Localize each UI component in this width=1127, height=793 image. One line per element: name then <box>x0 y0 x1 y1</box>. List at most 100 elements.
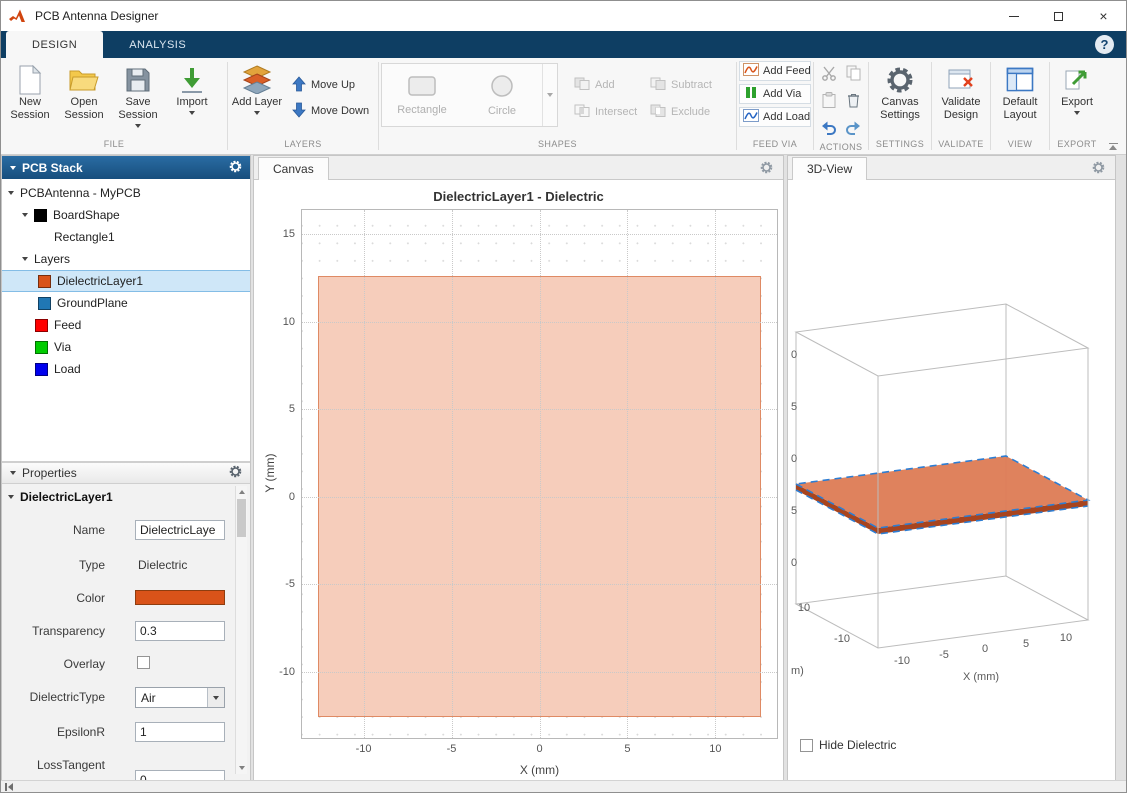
tree-item-layers[interactable]: Layers <box>2 248 250 270</box>
paste-button[interactable] <box>817 90 840 115</box>
plot-axes[interactable]: -10 -5 0 5 10 15 10 5 0 -5 -10 <box>279 209 778 755</box>
add-via-button[interactable]: Add Via <box>739 84 811 104</box>
copy-button[interactable] <box>842 63 865 88</box>
cut-button[interactable] <box>817 63 840 88</box>
scroll-up-icon[interactable] <box>238 490 245 494</box>
pcb-stack-panel: PCB Stack PCBAntenna - MyPCB BoardShape <box>1 155 251 782</box>
tree-item-pcbantenna[interactable]: PCBAntenna - MyPCB <box>2 182 250 204</box>
collapse-panel-button[interactable] <box>5 782 13 791</box>
transparency-input[interactable] <box>135 621 225 641</box>
tab-3d-view[interactable]: 3D-View <box>792 157 868 180</box>
undo-button[interactable] <box>817 117 840 142</box>
minimize-button[interactable] <box>991 1 1036 31</box>
svg-text:0: 0 <box>791 453 797 465</box>
color-swatch-button[interactable] <box>135 590 225 605</box>
overlay-checkbox[interactable] <box>137 656 150 669</box>
tree-item-groundplane[interactable]: GroundPlane <box>2 292 250 314</box>
trash-icon <box>847 92 860 113</box>
tree-item-boardshape[interactable]: BoardShape <box>2 204 250 226</box>
tree-item-dielectriclayer1[interactable]: DielectricLayer1 <box>2 270 250 292</box>
redo-arrow-icon <box>845 120 862 140</box>
gridline-horizontal <box>302 671 777 673</box>
gridline-horizontal <box>302 234 777 236</box>
svg-text:0: 0 <box>791 349 797 361</box>
move-up-button[interactable]: Move Up <box>288 74 373 96</box>
scrollbar-thumb[interactable] <box>237 499 246 537</box>
validate-design-button[interactable]: Validate Design <box>934 59 988 138</box>
new-document-icon <box>18 63 42 96</box>
panel-gear-icon[interactable] <box>229 160 242 176</box>
tree-item-rectangle1[interactable]: Rectangle1 <box>2 226 250 248</box>
boolean-exclude-button[interactable]: Exclude <box>646 101 726 123</box>
tab-canvas[interactable]: Canvas <box>258 157 329 180</box>
tab-options-gear-icon[interactable] <box>1092 161 1105 179</box>
add-load-button[interactable]: Add Load <box>739 107 811 127</box>
import-button[interactable]: Import <box>165 59 219 138</box>
pcb-stack-header[interactable]: PCB Stack <box>2 156 250 179</box>
collapse-ribbon-button[interactable] <box>1106 143 1120 150</box>
y-tick-label: -5 <box>285 578 295 591</box>
layer-stack-icon <box>242 63 272 96</box>
hide-dielectric-checkbox[interactable] <box>800 738 813 752</box>
layer-color-swatch <box>38 274 51 288</box>
boolean-intersect-button[interactable]: Intersect <box>570 101 644 123</box>
window-title: PCB Antenna Designer <box>35 9 159 23</box>
tab-analysis[interactable]: ANALYSIS <box>103 31 212 58</box>
property-row-dielectrictype: DielectricType Air <box>2 686 250 712</box>
properties-section-title[interactable]: DielectricLayer1 <box>2 485 250 508</box>
help-button[interactable]: ? <box>1095 35 1114 54</box>
canvas-plot[interactable]: DielectricLayer1 - Dielectric -10 -5 0 5 10 1… <box>254 180 783 781</box>
tree-item-feed[interactable]: Feed <box>2 314 250 336</box>
layer-color-swatch <box>35 362 48 376</box>
clipboard-icon <box>822 92 836 113</box>
caret-down-icon <box>22 213 28 217</box>
save-icon <box>125 63 151 96</box>
caret-down-icon <box>10 471 16 475</box>
properties-scrollbar[interactable] <box>235 486 247 774</box>
tree-item-load[interactable]: Load <box>2 358 250 380</box>
svg-text:-5: -5 <box>939 649 949 661</box>
dropdown-caret-icon <box>254 111 260 115</box>
intersect-shapes-icon <box>574 104 590 120</box>
plot-3d[interactable]: -10 -5 0 5 10 X (mm) 0 5 0 5 0 10 -10 m) <box>788 180 1115 781</box>
name-input[interactable] <box>135 520 225 540</box>
epsilonr-input[interactable] <box>135 722 225 742</box>
caret-down-icon <box>10 165 16 170</box>
properties-header[interactable]: Properties <box>2 462 250 484</box>
new-session-button[interactable]: New Session <box>3 59 57 138</box>
add-feed-button[interactable]: Add Feed <box>739 61 811 81</box>
delete-button[interactable] <box>842 90 865 115</box>
property-row-epsilonr: EpsilonR <box>2 721 250 747</box>
default-layout-button[interactable]: Default Layout <box>993 59 1047 138</box>
canvas-settings-button[interactable]: Canvas Settings <box>871 59 929 138</box>
gallery-dropdown-button[interactable] <box>542 64 557 126</box>
tab-options-gear-icon[interactable] <box>760 161 773 179</box>
circle-icon <box>490 74 514 101</box>
rectangle-icon <box>407 75 437 100</box>
boolean-add-button[interactable]: Add <box>570 74 644 96</box>
circle-shape-button[interactable]: Circle <box>462 64 542 126</box>
add-layer-button[interactable]: Add Layer <box>230 59 284 138</box>
property-row-overlay: Overlay <box>2 653 250 679</box>
redo-button[interactable] <box>842 117 865 142</box>
maximize-button[interactable] <box>1036 1 1081 31</box>
close-button[interactable]: × <box>1081 1 1126 31</box>
import-arrow-icon <box>179 63 205 96</box>
rectangle-shape-button[interactable]: Rectangle <box>382 64 462 126</box>
save-session-button[interactable]: Save Session <box>111 59 165 138</box>
move-down-button[interactable]: Move Down <box>288 100 373 122</box>
panel-gear-icon[interactable] <box>229 465 242 481</box>
open-session-button[interactable]: Open Session <box>57 59 111 138</box>
export-button[interactable]: Export <box>1052 59 1102 138</box>
tab-design[interactable]: DESIGN <box>6 31 104 58</box>
gridline-horizontal <box>302 321 777 323</box>
ribbon-section-layers: Add Layer Move Up Move Down LAYERS <box>228 58 378 154</box>
canvas-panel: Canvas DielectricLayer1 - Dielectric -10… <box>253 155 784 782</box>
property-row-transparency: Transparency <box>2 620 250 646</box>
ribbon-section-actions: ACTIONS <box>814 58 868 154</box>
boolean-subtract-button[interactable]: Subtract <box>646 74 726 96</box>
scroll-down-icon[interactable] <box>238 766 245 770</box>
tree-item-via[interactable]: Via <box>2 336 250 358</box>
property-row-type: Type Dielectric <box>78 558 188 572</box>
dielectric-type-dropdown[interactable]: Air <box>135 687 225 708</box>
